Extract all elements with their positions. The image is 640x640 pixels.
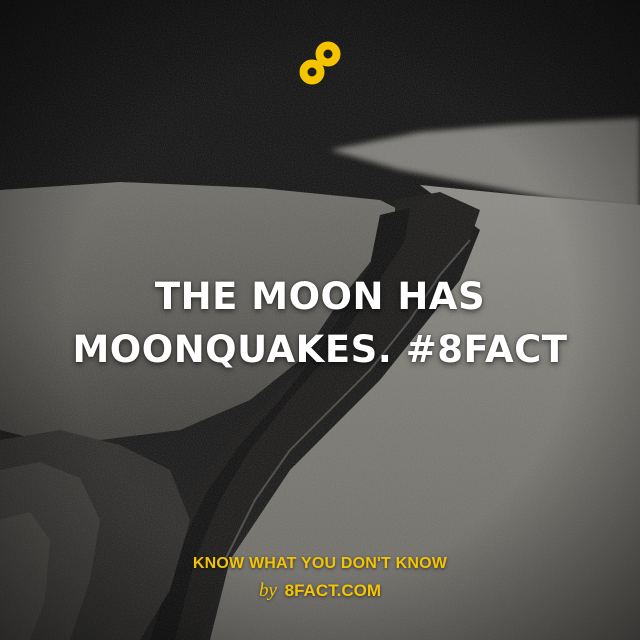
site-link[interactable]: 8FACT.COM [285, 581, 381, 600]
tagline: KNOW WHAT YOU DON'T KNOW [192, 555, 448, 572]
headline-line-2: MOONQUAKES. #8FACT [72, 328, 568, 371]
fact-card: THE MOON HAS MOONQUAKES. #8FACT KNOW WHA… [0, 0, 640, 640]
8fact-infinity-logo-icon [299, 41, 341, 85]
fact-headline: THE MOON HAS MOONQUAKES. #8FACT [0, 270, 640, 376]
by-word: by [258, 580, 277, 601]
headline-line-1: THE MOON HAS [154, 275, 486, 318]
byline: by 8FACT.COM [0, 581, 640, 601]
